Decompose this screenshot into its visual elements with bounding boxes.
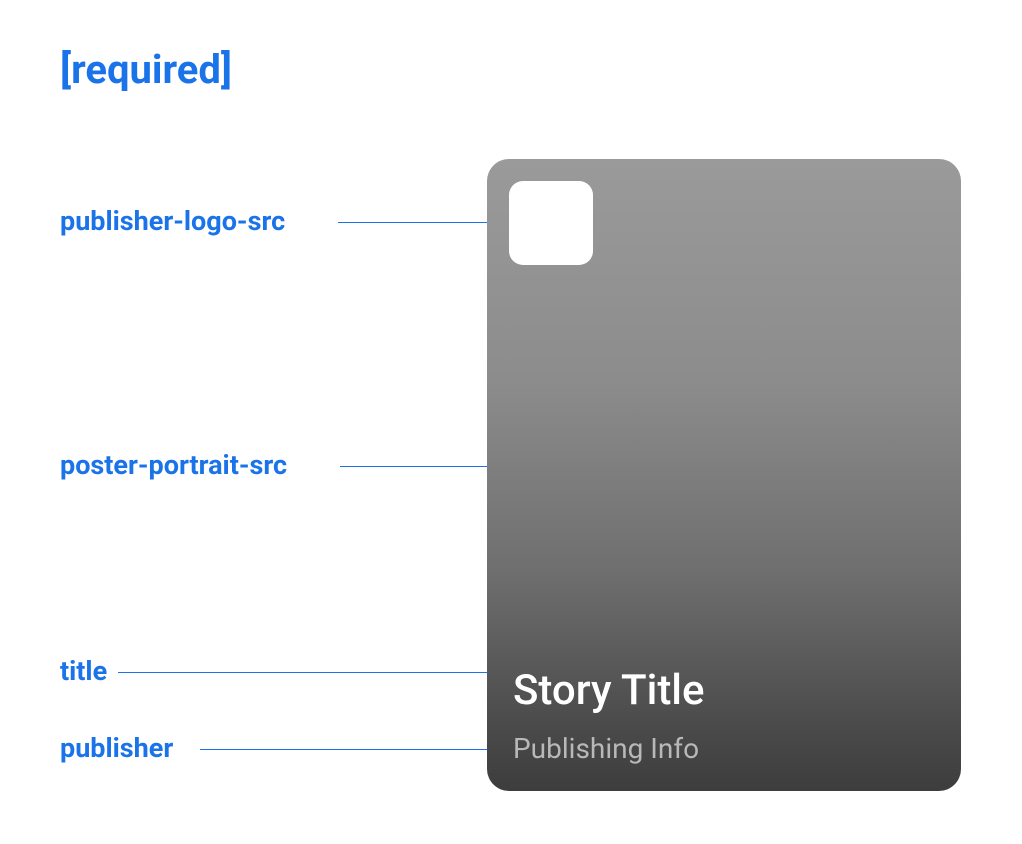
story-card: Story Title Publishing Info [487, 159, 961, 791]
label-publisher-logo-src: publisher-logo-src [60, 205, 285, 237]
connector-line [118, 672, 508, 673]
story-title-text: Story Title [513, 666, 705, 715]
connector-line [200, 749, 508, 750]
publishing-info-text: Publishing Info [513, 732, 699, 765]
publisher-logo-placeholder [509, 181, 593, 265]
label-poster-portrait-src: poster-portrait-src [60, 449, 287, 481]
label-title: title [60, 655, 107, 687]
diagram-container: [required] publisher-logo-src poster-por… [0, 0, 1022, 844]
section-header: [required] [60, 46, 232, 93]
label-publisher: publisher [60, 732, 173, 764]
